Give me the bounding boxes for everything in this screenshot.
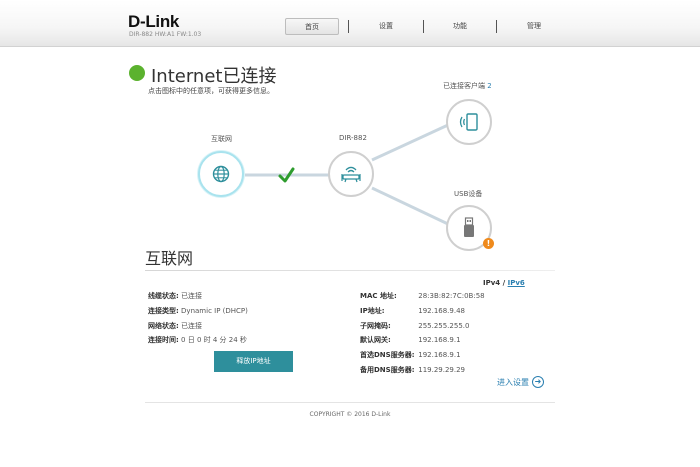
info-value: 192.168.9.1 <box>418 351 461 359</box>
info-value: 28:3B:82:7C:0B:58 <box>418 292 485 300</box>
clients-label: 已连接客户端 2 <box>443 81 492 91</box>
info-key: 默认网关: <box>360 336 391 344</box>
info-row-mac: MAC 地址: 28:3B:82:7C:0B:58 <box>360 291 485 301</box>
info-row-network-status: 网络状态: 已连接 <box>148 321 202 331</box>
info-row-cable-status: 线缆状态: 已连接 <box>148 291 202 301</box>
info-key: 首选DNS服务器: <box>360 351 415 359</box>
usb-warning-icon: ! <box>483 238 494 249</box>
router-label: DIR-882 <box>339 134 367 142</box>
info-key: 网络状态: <box>148 322 179 330</box>
globe-icon <box>212 165 230 183</box>
info-row-connection-type: 连接类型: Dynamic IP (DHCP) <box>148 306 248 316</box>
ip-version-toggle: IPv4 / IPv6 <box>483 279 525 287</box>
info-value: 192.168.9.1 <box>418 336 461 344</box>
clients-count: 2 <box>487 82 492 90</box>
router-node[interactable] <box>328 151 374 197</box>
router-usb-link <box>371 186 449 226</box>
info-value: 0 日 0 时 4 分 24 秒 <box>181 336 247 344</box>
section-divider <box>145 270 555 271</box>
info-key: 子网掩码: <box>360 322 391 330</box>
ip-version-separator: / <box>502 279 506 287</box>
info-key: IP地址: <box>360 307 385 315</box>
advanced-settings-link[interactable]: 进入设置 ➜ <box>497 376 544 388</box>
copyright-text: COPYRIGHT © 2016 D-Link <box>309 411 391 418</box>
internet-label: 互联网 <box>211 135 232 143</box>
clients-node[interactable] <box>446 99 492 145</box>
router-clients-link <box>371 123 449 162</box>
info-row-ip: IP地址: 192.168.9.48 <box>360 306 465 316</box>
router-icon <box>341 166 361 183</box>
network-diagram <box>245 123 449 226</box>
info-row-subnet: 子网掩码: 255.255.255.0 <box>360 321 469 331</box>
tablet-icon <box>459 113 478 131</box>
info-value: 192.168.9.48 <box>418 307 465 315</box>
info-key: 备用DNS服务器: <box>360 366 415 374</box>
usb-drive-icon <box>464 217 474 237</box>
arrow-right-icon: ➜ <box>532 376 544 388</box>
release-ip-button[interactable]: 释放IP地址 <box>214 351 293 372</box>
info-value: Dynamic IP (DHCP) <box>181 307 248 315</box>
info-value: 已连接 <box>181 322 203 330</box>
advanced-settings-label: 进入设置 <box>497 377 529 387</box>
section-title: 互联网 <box>145 249 194 268</box>
info-row-gateway: 默认网关: 192.168.9.1 <box>360 335 461 345</box>
clients-label-text: 已连接客户端 <box>443 82 485 90</box>
ipv4-tab[interactable]: IPv4 <box>483 279 500 287</box>
footer-divider <box>145 402 555 403</box>
info-row-uptime: 连接时间: 0 日 0 时 4 分 24 秒 <box>148 335 247 345</box>
ipv6-tab[interactable]: IPv6 <box>508 279 525 287</box>
info-key: 连接时间: <box>148 336 179 344</box>
info-value: 已连接 <box>181 292 203 300</box>
info-key: MAC 地址: <box>360 292 397 300</box>
info-key: 线缆状态: <box>148 292 179 300</box>
usb-label: USB设备 <box>454 190 483 198</box>
info-row-secondary-dns: 备用DNS服务器: 119.29.29.29 <box>360 365 465 375</box>
info-row-primary-dns: 首选DNS服务器: 192.168.9.1 <box>360 350 461 360</box>
info-key: 连接类型: <box>148 307 179 315</box>
info-value: 119.29.29.29 <box>418 366 465 374</box>
internet-node[interactable] <box>198 151 244 197</box>
info-value: 255.255.255.0 <box>418 322 470 330</box>
